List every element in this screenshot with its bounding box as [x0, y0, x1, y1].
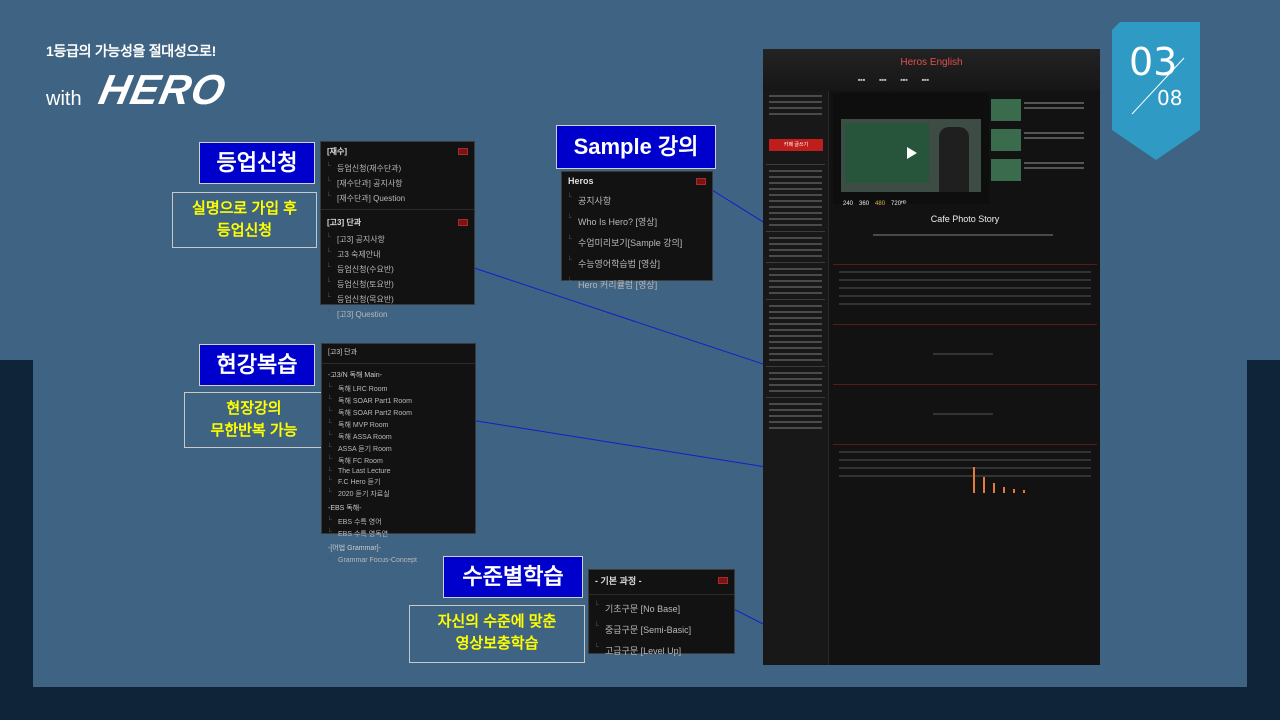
- quality-option[interactable]: 360: [859, 201, 869, 207]
- site-header: [763, 49, 1100, 91]
- divider: [589, 594, 734, 595]
- menu-item[interactable]: The Last Lecture: [322, 467, 475, 476]
- review-title: 현강복습: [199, 344, 315, 386]
- menu-item[interactable]: [고3] Question: [321, 307, 474, 322]
- quality-option[interactable]: 240: [843, 201, 853, 207]
- level-head-label: - 기본 과정 -: [595, 576, 642, 586]
- video-frame: [841, 119, 981, 192]
- play-icon[interactable]: [907, 147, 917, 159]
- registration-group2: [고3] 단과: [321, 213, 474, 232]
- sample-head: Heros: [562, 172, 712, 190]
- site-mini-chart: [973, 467, 1033, 493]
- thumbnail-item[interactable]: [991, 99, 1097, 121]
- site-join-button[interactable]: 카페 글쓰기: [769, 139, 823, 151]
- menu-item[interactable]: 등업신청(수요반): [321, 262, 474, 277]
- review-desc: 현장강의 무한반복 가능: [184, 392, 324, 448]
- menu-item[interactable]: 독해 SOAR Part1 Room: [322, 395, 475, 407]
- registration-desc-line1: 실명으로 가입 후: [192, 200, 297, 217]
- quality-option[interactable]: 720ᴴᴰ: [891, 201, 906, 207]
- site-screenshot: Heros English ■■■ ■■■ ■■■ ■■■ 카페 글쓰기 240 36…: [763, 49, 1100, 665]
- menu-item[interactable]: [고3] 공지사항: [321, 232, 474, 247]
- site-video-player[interactable]: 240 360 480 720ᴴᴰ: [833, 93, 989, 207]
- menu-item[interactable]: 공지사항: [562, 190, 712, 211]
- site-board-2: [833, 324, 1097, 384]
- registration-desc-line2: 등업신청: [216, 222, 273, 239]
- menu-item[interactable]: 고3 숙제안내: [321, 247, 474, 262]
- menu-item[interactable]: 독해 LRC Room: [322, 383, 475, 395]
- level-desc-line2: 영상보충학습: [455, 635, 539, 652]
- menu-item[interactable]: EBS 수특 영독연: [322, 528, 475, 540]
- quality-option[interactable]: 480: [875, 201, 885, 207]
- review-sub1: -고3/N 독해 Main-: [328, 372, 382, 379]
- review-menu: [고3] 단과 -고3/N 독해 Main- 독해 LRC Room 독해 SO…: [321, 343, 476, 564]
- menu-item[interactable]: 기초구문 [No Base]: [589, 598, 734, 619]
- menu-item[interactable]: 독해 ASSA Room: [322, 431, 475, 443]
- menu-item[interactable]: ASSA 듣기 Room: [322, 443, 475, 455]
- level-desc-line1: 자신의 수준에 맞춘: [437, 613, 557, 630]
- registration-group1-label: [재수]: [327, 147, 348, 156]
- site-board-1: [833, 264, 1097, 324]
- site-board-4: [833, 444, 1097, 504]
- site-title: Heros English: [900, 57, 963, 68]
- video-quality-bar: 240 360 480 720ᴴᴰ: [843, 201, 906, 207]
- menu-item[interactable]: 중급구문 [Semi-Basic]: [589, 619, 734, 640]
- menu-item[interactable]: 수능영어학습법 [영상]: [562, 253, 712, 274]
- review-sub3: -[어법 Grammar]-: [328, 545, 381, 552]
- level-head: - 기본 과정 -: [589, 570, 734, 591]
- review-head: [고3] 단과: [328, 349, 358, 356]
- registration-desc: 실명으로 가입 후 등업신청: [172, 192, 317, 248]
- registration-title: 등업신청: [199, 142, 315, 184]
- review-desc-line1: 현장강의: [226, 400, 282, 417]
- thumbnail-item[interactable]: [991, 129, 1097, 151]
- collapse-icon[interactable]: [718, 577, 728, 584]
- cafe-subtitle: [873, 234, 1053, 236]
- registration-menu: [재수] 등업신청(재수단과) [재수단과] 공지사항 [재수단과] Quest…: [320, 141, 475, 319]
- menu-item[interactable]: 수업미리보기[Sample 강의]: [562, 232, 712, 253]
- sample-title: Sample 강의: [556, 125, 716, 169]
- sample-menu: Heros 공지사항 Who Is Hero? [영상] 수업미리보기[Samp…: [561, 171, 713, 290]
- level-desc: 자신의 수준에 맞춘 영상보충학습: [409, 605, 585, 663]
- collapse-icon[interactable]: [458, 148, 468, 155]
- review-sub2: -EBS 독해-: [328, 505, 362, 512]
- sample-head-label: Heros: [568, 176, 594, 186]
- level-menu: - 기본 과정 - 기초구문 [No Base] 중급구문 [Semi-Basi…: [588, 569, 735, 656]
- divider: [322, 363, 475, 364]
- collapse-icon[interactable]: [696, 177, 706, 185]
- menu-item[interactable]: 등업신청(토요반): [321, 277, 474, 292]
- menu-item[interactable]: EBS 수특 영어: [322, 516, 475, 528]
- menu-item[interactable]: 독해 SOAR Part2 Room: [322, 407, 475, 419]
- menu-item[interactable]: 독해 MVP Room: [322, 419, 475, 431]
- menu-item[interactable]: Hero 커리큘럼 [영상]: [562, 274, 712, 295]
- site-board-3: [833, 384, 1097, 444]
- menu-item[interactable]: 등업신청(목요반): [321, 292, 474, 307]
- level-title: 수준별학습: [443, 556, 583, 598]
- collapse-icon[interactable]: [458, 219, 468, 226]
- site-sidebar: 카페 글쓰기: [763, 91, 829, 665]
- registration-group2-label: [고3] 단과: [327, 218, 362, 227]
- site-nav: ■■■ ■■■ ■■■ ■■■: [858, 77, 929, 82]
- menu-item[interactable]: Who Is Hero? [영상]: [562, 211, 712, 232]
- teacher-figure: [939, 127, 969, 192]
- menu-item[interactable]: [재수단과] 공지사항: [321, 176, 474, 191]
- menu-item[interactable]: 고급구문 [Level Up]: [589, 640, 734, 661]
- review-desc-line2: 무한반복 가능: [210, 422, 298, 439]
- site-video-thumbnails: [991, 99, 1097, 189]
- divider: [321, 209, 474, 210]
- registration-group1: [재수]: [321, 142, 474, 161]
- cafe-title: Cafe Photo Story: [930, 214, 1000, 224]
- menu-item[interactable]: 2020 듣기 자료실: [322, 488, 475, 500]
- menu-item[interactable]: [재수단과] Question: [321, 191, 474, 206]
- menu-item[interactable]: F.C Hero 듣기: [322, 476, 475, 488]
- menu-item[interactable]: 독해 FC Room: [322, 455, 475, 467]
- menu-item[interactable]: 등업신청(재수단과): [321, 161, 474, 176]
- thumbnail-item[interactable]: [991, 159, 1097, 181]
